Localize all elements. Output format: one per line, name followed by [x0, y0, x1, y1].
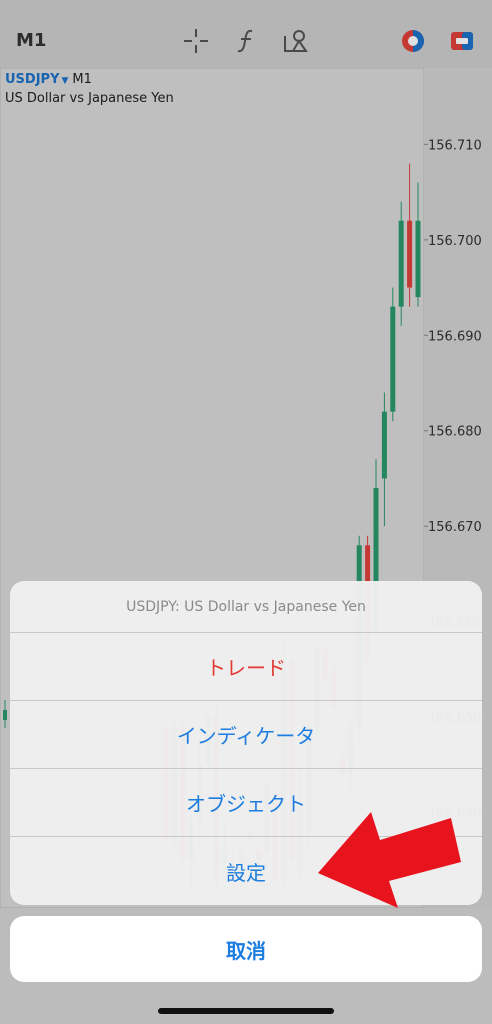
- objects-option[interactable]: オブジェクト: [10, 769, 482, 837]
- action-sheet: USDJPY: US Dollar vs Japanese Yen トレード イ…: [10, 581, 482, 905]
- cancel-button[interactable]: 取消: [10, 916, 482, 982]
- action-sheet-title: USDJPY: US Dollar vs Japanese Yen: [10, 581, 482, 633]
- indicators-option[interactable]: インディケータ: [10, 701, 482, 769]
- settings-option[interactable]: 設定: [10, 837, 482, 905]
- trade-option[interactable]: トレード: [10, 633, 482, 701]
- home-indicator: [158, 1008, 334, 1014]
